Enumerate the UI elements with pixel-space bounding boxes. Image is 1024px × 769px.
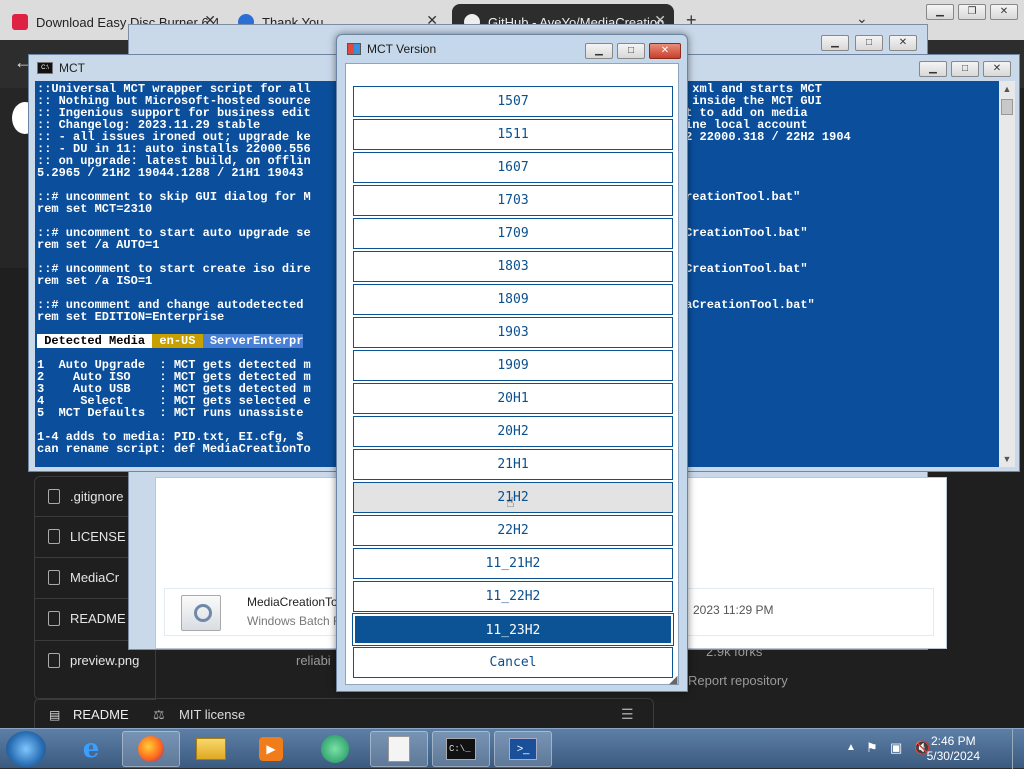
console-title: MCT [59, 61, 85, 75]
version-button-1803[interactable]: 1803 [353, 251, 673, 282]
outline-menu-icon[interactable]: ☰ [621, 706, 634, 723]
taskbar-powershell[interactable]: >_ [494, 731, 552, 767]
version-button-1703[interactable]: 1703 [353, 185, 673, 216]
version-button-21h2[interactable]: 21H2 ☝ [353, 482, 673, 513]
close-button[interactable]: ✕ [983, 61, 1011, 77]
minimize-button[interactable]: ▁ [821, 35, 849, 51]
media-language-badge: en-US [152, 334, 203, 348]
file-type: Windows Batch Fil [247, 614, 346, 628]
internet-explorer-icon: e [82, 734, 100, 764]
version-button-22h2[interactable]: 22H2 [353, 515, 673, 546]
cmd-icon: C:\_ [446, 738, 476, 760]
file-icon [48, 611, 60, 626]
folder-icon [196, 738, 226, 760]
close-button[interactable]: ✕ [649, 43, 681, 59]
version-button-21h1[interactable]: 21H1 [353, 449, 673, 480]
gh-sidebar [0, 88, 38, 268]
tab-readme[interactable]: README [73, 707, 129, 722]
cancel-button[interactable]: Cancel [353, 647, 673, 678]
version-button-20h2[interactable]: 20H2 [353, 416, 673, 447]
scale-icon: ⚖ [153, 707, 165, 722]
file-icon [48, 570, 60, 585]
scroll-thumb[interactable] [1001, 99, 1013, 115]
file-name: .gitignore [70, 488, 124, 504]
mct-version-dialog: MCT Version ▁ □ ✕ 1507 1511 1607 1703 1709 18… [336, 34, 688, 692]
version-button-1709[interactable]: 1709 [353, 218, 673, 249]
media-player-icon: ▶ [259, 737, 283, 761]
version-button-11_23h2[interactable]: 11_23H2 [352, 613, 674, 646]
reliable-text: reliabi [296, 653, 331, 668]
version-button-1909[interactable]: 1909 [353, 350, 673, 381]
media-edition-badge: ServerEnterpr [202, 334, 304, 348]
batch-file-icon [388, 736, 410, 762]
clock[interactable]: 2:46 PM 5/30/2024 [927, 734, 980, 764]
version-button-11_21h2[interactable]: 11_21H2 [353, 548, 673, 579]
batch-file-icon [181, 595, 221, 631]
gear-icon [194, 604, 212, 622]
start-button-icon[interactable] [6, 731, 46, 767]
readme-header: ▤ README ⚖ MIT license ☰ [34, 698, 654, 728]
book-icon: ▤ [49, 708, 61, 722]
taskbar-cmd[interactable]: C:\_ [432, 731, 490, 767]
taskbar-app[interactable] [306, 731, 364, 767]
taskbar-media-player[interactable]: ▶ [242, 731, 300, 767]
version-button-11_22h2[interactable]: 11_22H2 [353, 581, 673, 612]
show-desktop-button[interactable] [1012, 729, 1024, 769]
minimize-button[interactable]: ▁ [926, 4, 954, 20]
detected-media-label: Detected Media [37, 334, 153, 348]
version-button-1809[interactable]: 1809 [353, 284, 673, 315]
version-button-1507[interactable]: 1507 [353, 86, 673, 117]
file-name: preview.png [70, 653, 140, 668]
close-button[interactable]: ✕ [889, 35, 917, 51]
taskbar: e ▶ C:\_ >_ ▲ ⚑ ▣ 🔇 2:46 PM 5/30/2024 [0, 728, 1024, 769]
taskbar-firefox[interactable] [122, 731, 180, 767]
console-icon: C:\ [37, 62, 53, 74]
minimize-button[interactable]: ▁ [585, 43, 613, 59]
clock-time: 2:46 PM [930, 734, 976, 748]
maximize-button[interactable]: □ [951, 61, 979, 77]
file-name: README [70, 611, 126, 626]
hand-cursor-icon: ☝ [506, 495, 515, 511]
file-name: MediaCr [70, 570, 120, 585]
taskbar-explorer[interactable] [182, 731, 240, 767]
file-icon [48, 529, 60, 544]
version-button-20h1[interactable]: 20H1 [353, 383, 673, 414]
file-icon [48, 488, 60, 504]
green-app-icon [321, 735, 349, 763]
close-button[interactable]: ✕ [990, 4, 1018, 20]
file-icon [48, 653, 60, 668]
console-scrollbar[interactable]: ▲ ▼ [999, 81, 1015, 467]
version-button-1607[interactable]: 1607 [353, 152, 673, 183]
app-icon [347, 43, 361, 55]
file-name: LICENSE [70, 529, 126, 544]
taskbar-batch-file[interactable] [370, 731, 428, 767]
clock-date: 5/30/2024 [926, 749, 980, 763]
taskbar-internet-explorer[interactable]: e [62, 731, 120, 767]
show-hidden-icons-chevron-icon[interactable]: ▲ [846, 742, 856, 753]
file-name: MediaCreationTo [247, 595, 338, 609]
maximize-button[interactable]: □ [617, 43, 645, 59]
powershell-icon: >_ [509, 738, 537, 760]
dialog-client-area: 1507 1511 1607 1703 1709 1803 1809 1903 1909 20H1… [345, 63, 679, 685]
version-button-1511[interactable]: 1511 [353, 119, 673, 150]
scroll-up-icon[interactable]: ▲ [999, 81, 1015, 97]
dialog-title: MCT Version [367, 42, 437, 56]
restore-button[interactable]: ❐ [958, 4, 986, 20]
minimize-button[interactable]: ▁ [919, 61, 947, 77]
file-date: 2023 11:29 PM [693, 603, 774, 617]
site-icon [12, 14, 28, 30]
flag-icon[interactable]: ⚑ [866, 740, 878, 756]
firefox-icon [138, 736, 164, 762]
network-icon[interactable]: ▣ [890, 740, 902, 756]
tab-license[interactable]: MIT license [179, 707, 245, 722]
report-repository-link[interactable]: Report repository [688, 673, 788, 688]
maximize-button[interactable]: □ [855, 35, 883, 51]
version-button-1903[interactable]: 1903 [353, 317, 673, 348]
resize-grip-icon[interactable]: ◢ [669, 673, 677, 686]
scroll-down-icon[interactable]: ▼ [999, 451, 1015, 467]
